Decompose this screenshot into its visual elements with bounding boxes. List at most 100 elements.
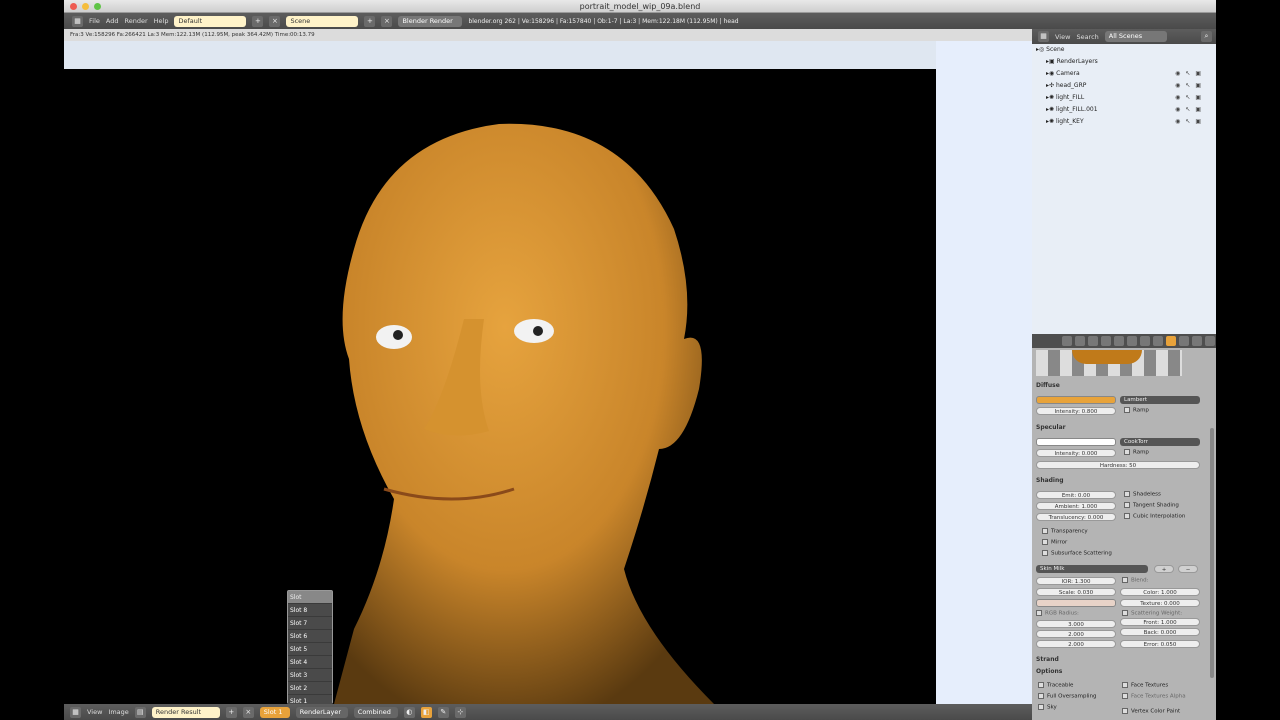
delete-screen-icon[interactable]: × <box>269 15 281 27</box>
diffuse-section-title[interactable]: Diffuse <box>1036 382 1060 389</box>
sss-front-field[interactable]: Front: 1.000 <box>1120 618 1200 626</box>
specular-ramp-checkbox[interactable]: Ramp <box>1124 449 1149 456</box>
image-name-field[interactable]: Render Result <box>151 706 220 718</box>
render-result-image[interactable] <box>64 69 936 704</box>
paint-icon[interactable]: ✎ <box>437 706 449 718</box>
mirror-section-title[interactable]: Mirror <box>1042 539 1067 546</box>
rgb-radius-b-field[interactable]: 2.000 <box>1036 640 1116 648</box>
menu-file[interactable]: File <box>89 17 100 25</box>
outliner-row-light-fill-001[interactable]: ▸✺ light_FILL.001 ◉↖▣ <box>1032 104 1216 116</box>
draw-alpha-icon[interactable]: ◧ <box>420 706 432 718</box>
specular-section-title[interactable]: Specular <box>1036 424 1066 431</box>
options-section-title[interactable]: Options <box>1036 668 1062 675</box>
add-preset-icon[interactable]: + <box>1154 565 1174 573</box>
diffuse-ramp-checkbox[interactable]: Ramp <box>1124 407 1149 414</box>
close-icon[interactable] <box>70 3 77 10</box>
sss-error-field[interactable]: Error: 0.050 <box>1120 640 1200 648</box>
specular-shader-dropdown[interactable]: CookTorr <box>1120 438 1200 446</box>
menu-add[interactable]: Add <box>106 17 119 25</box>
zoom-icon[interactable] <box>94 3 101 10</box>
render-engine-dropdown[interactable]: Blender Render <box>398 15 463 27</box>
scene-field[interactable]: Scene <box>286 15 359 27</box>
render-tab-icon[interactable] <box>1062 336 1072 346</box>
slot-item[interactable]: Slot 5 <box>288 643 332 656</box>
sky-checkbox[interactable]: Sky <box>1038 704 1057 711</box>
slot-item[interactable]: Slot 4 <box>288 656 332 669</box>
menu-view[interactable]: View <box>87 708 102 716</box>
emit-field[interactable]: Emit: 0.00 <box>1036 491 1116 499</box>
editor-type-icon[interactable]: ▦ <box>72 15 83 27</box>
visibility-icons[interactable]: ◉↖▣ <box>1175 92 1206 104</box>
object-tab-icon[interactable] <box>1101 336 1111 346</box>
cubic-interpolation-checkbox[interactable]: Cubic Interpolation <box>1124 513 1185 520</box>
menu-help[interactable]: Help <box>154 17 169 25</box>
data-tab-icon[interactable] <box>1140 336 1150 346</box>
sss-ior-field[interactable]: IOR: 1.300 <box>1036 577 1116 585</box>
transparency-section-title[interactable]: Transparency <box>1042 528 1088 535</box>
visibility-icons[interactable]: ◉↖▣ <box>1175 104 1206 116</box>
sss-section-title[interactable]: Subsurface Scattering <box>1042 550 1112 557</box>
sss-texture-field[interactable]: Texture: 0.000 <box>1120 599 1200 607</box>
slot-item[interactable]: Slot 3 <box>288 669 332 682</box>
traceable-checkbox[interactable]: Traceable <box>1038 682 1073 689</box>
outliner-row-head-grp[interactable]: ▸✣ head_GRP ◉↖▣ <box>1032 80 1216 92</box>
specular-intensity-field[interactable]: Intensity: 0.000 <box>1036 449 1116 457</box>
texture-tab-icon[interactable] <box>1179 336 1189 346</box>
sample-icon[interactable]: ⊹ <box>454 706 466 718</box>
tangent-shading-checkbox[interactable]: Tangent Shading <box>1124 502 1179 509</box>
ambient-field[interactable]: Ambient: 1.000 <box>1036 502 1116 510</box>
face-textures-checkbox[interactable]: Face Textures <box>1122 682 1168 689</box>
face-textures-alpha-checkbox[interactable]: Face Textures Alpha <box>1122 693 1186 700</box>
slot-item[interactable]: Slot 2 <box>288 682 332 695</box>
sss-back-field[interactable]: Back: 0.000 <box>1120 628 1200 636</box>
world-tab-icon[interactable] <box>1088 336 1098 346</box>
render-pass-dropdown[interactable]: Combined <box>353 706 398 718</box>
outliner-row-light-fill[interactable]: ▸✺ light_FILL ◉↖▣ <box>1032 92 1216 104</box>
visibility-icons[interactable]: ◉↖▣ <box>1175 116 1206 128</box>
hardness-field[interactable]: Hardness: 50 <box>1036 461 1200 469</box>
sss-preset-dropdown[interactable]: Skin Milk <box>1036 565 1148 573</box>
translucency-field[interactable]: Translucency: 0.000 <box>1036 513 1116 521</box>
physics-tab-icon[interactable] <box>1205 336 1215 346</box>
render-layer-dropdown[interactable]: RenderLayer <box>295 706 348 718</box>
outliner-row-renderlayers[interactable]: ▸▣ RenderLayers <box>1032 56 1216 68</box>
screen-layout-field[interactable]: Default <box>174 15 247 27</box>
modifiers-tab-icon[interactable] <box>1127 336 1137 346</box>
menu-render[interactable]: Render <box>124 17 147 25</box>
specular-color-swatch[interactable] <box>1036 438 1116 446</box>
slot-button[interactable]: Slot 1 <box>259 706 290 718</box>
bone-tab-icon[interactable] <box>1153 336 1163 346</box>
unlink-image-icon[interactable]: × <box>242 706 254 718</box>
sss-scale-field[interactable]: Scale: 0.030 <box>1036 588 1116 596</box>
editor-type-icon[interactable]: ▦ <box>1038 31 1049 42</box>
delete-scene-icon[interactable]: × <box>381 15 393 27</box>
particles-tab-icon[interactable] <box>1192 336 1202 346</box>
outliner-row-scene[interactable]: ▸◎ Scene <box>1032 44 1216 56</box>
minimize-icon[interactable] <box>82 3 89 10</box>
slot-item[interactable]: Slot 8 <box>288 604 332 617</box>
strand-section-title[interactable]: Strand <box>1036 656 1059 663</box>
diffuse-shader-dropdown[interactable]: Lambert <box>1120 396 1200 404</box>
full-oversampling-checkbox[interactable]: Full Oversampling <box>1038 693 1097 700</box>
constraints-tab-icon[interactable] <box>1114 336 1124 346</box>
remove-preset-icon[interactable]: − <box>1178 565 1198 573</box>
scene-tab-icon[interactable] <box>1075 336 1085 346</box>
slot-item[interactable]: Slot 6 <box>288 630 332 643</box>
vertex-color-paint-checkbox[interactable]: Vertex Color Paint <box>1122 708 1180 715</box>
menu-search[interactable]: Search <box>1076 33 1098 41</box>
diffuse-color-swatch[interactable] <box>1036 396 1116 404</box>
sss-color-swatch[interactable] <box>1036 599 1116 607</box>
editor-type-icon[interactable]: ▦ <box>70 706 81 718</box>
shading-section-title[interactable]: Shading <box>1036 477 1064 484</box>
new-image-icon[interactable]: + <box>225 706 237 718</box>
outliner-row-light-key[interactable]: ▸✺ light_KEY ◉↖▣ <box>1032 116 1216 128</box>
properties-scrollbar[interactable] <box>1210 428 1214 678</box>
rgb-radius-r-field[interactable]: 3.000 <box>1036 620 1116 628</box>
add-screen-icon[interactable]: + <box>252 15 264 27</box>
menu-view[interactable]: View <box>1055 33 1070 41</box>
visibility-icons[interactable]: ◉↖▣ <box>1175 68 1206 80</box>
outliner-filter-dropdown[interactable]: All Scenes <box>1104 31 1167 42</box>
outliner-row-camera[interactable]: ▸◉ Camera ◉↖▣ <box>1032 68 1216 80</box>
slot-item[interactable]: Slot 7 <box>288 617 332 630</box>
search-icon[interactable]: ⌕ <box>1201 31 1212 42</box>
